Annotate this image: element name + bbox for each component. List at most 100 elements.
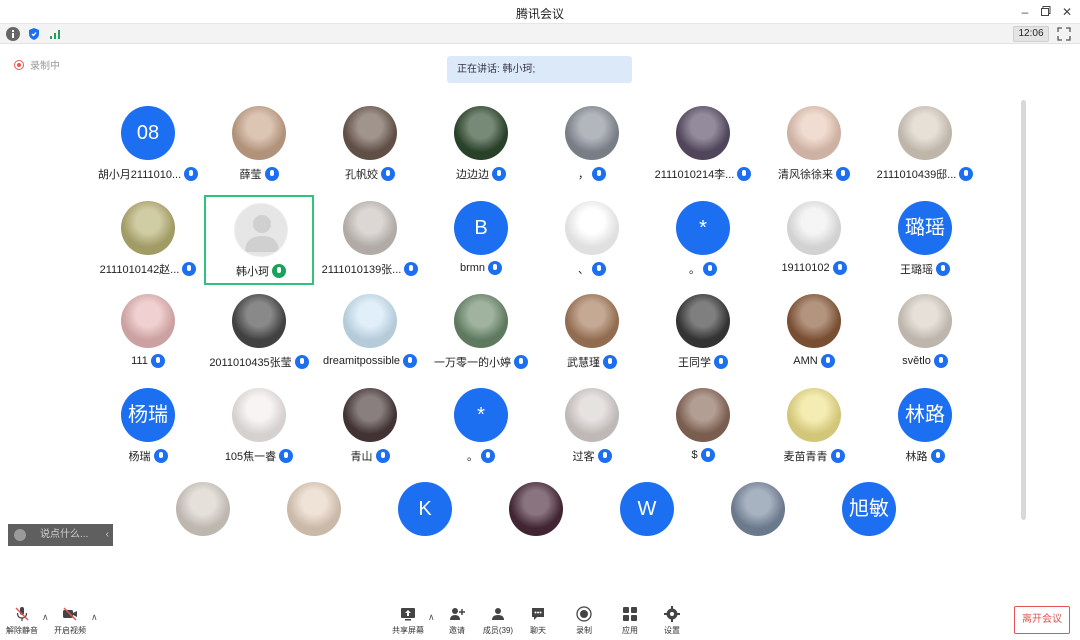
- participant-name: 105焦一睿: [204, 448, 314, 464]
- participant-tile[interactable]: 林路 林路: [870, 382, 980, 472]
- participant-tile[interactable]: *。: [648, 195, 758, 285]
- avatar: [676, 106, 730, 160]
- participant-name-label: AMN: [793, 355, 818, 367]
- mic-muted-icon: [830, 449, 845, 463]
- participant-name: 麦苗青青: [759, 448, 869, 464]
- participant-tile[interactable]: [148, 476, 258, 566]
- members-icon: [492, 608, 504, 620]
- collapse-icon[interactable]: ‹: [106, 524, 109, 546]
- participant-name-label: brmn: [459, 262, 486, 274]
- minimize-icon[interactable]: –: [1016, 3, 1034, 21]
- participant-tile[interactable]: 薛莹: [204, 100, 314, 190]
- participant-tile[interactable]: 旭敏: [814, 476, 924, 566]
- participant-tile[interactable]: 2111010142赵...: [93, 195, 203, 285]
- mic-muted-icon: [930, 449, 945, 463]
- participant-tile[interactable]: 青山: [315, 382, 425, 472]
- participant-tile[interactable]: 2111010439邸...: [870, 100, 980, 190]
- participant-tile[interactable]: 王同学: [648, 288, 758, 378]
- avatar: [787, 106, 841, 160]
- participant-tile[interactable]: 武慧瑾: [537, 288, 647, 378]
- title-bar: 腾讯会议 – ✕: [0, 0, 1080, 24]
- avatar: [343, 294, 397, 348]
- participant-name: 2111010139张...: [315, 261, 425, 277]
- participant-tile[interactable]: 韩小珂: [204, 195, 314, 285]
- mic-muted-icon: [700, 448, 715, 462]
- participant-tile[interactable]: 111: [93, 288, 203, 378]
- participant-tile[interactable]: 105焦一睿: [204, 382, 314, 472]
- mic-muted-icon: [182, 262, 197, 276]
- invite-button[interactable]: 邀请: [437, 606, 477, 638]
- participant-tile[interactable]: 19110102: [759, 195, 869, 285]
- participant-name: 2011010435张莹: [204, 354, 314, 370]
- participant-name-label: 2111010139张...: [321, 264, 402, 276]
- leave-meeting-button[interactable]: 离开会议: [1014, 606, 1070, 634]
- mic-muted-icon: [592, 167, 606, 181]
- record-label: 录制: [576, 626, 592, 635]
- unmute-button[interactable]: 解除静音: [2, 606, 42, 638]
- participant-name: 2111010439邸...: [870, 166, 980, 182]
- chat-quick-input[interactable]: 说点什么... ‹: [8, 524, 113, 546]
- participant-tile[interactable]: 过客: [537, 382, 647, 472]
- participant-tile[interactable]: dreamitpossible: [315, 288, 425, 378]
- participant-tile[interactable]: 08 胡小月2111010...: [93, 100, 203, 190]
- participant-name-label: 。: [467, 451, 478, 463]
- close-icon[interactable]: ✕: [1058, 3, 1076, 21]
- apps-button[interactable]: 应用: [610, 606, 650, 638]
- participant-tile[interactable]: W: [592, 476, 702, 566]
- participant-tile[interactable]: 2111010214李...: [648, 100, 758, 190]
- members-button[interactable]: 成员(39): [478, 606, 518, 638]
- participant-tile[interactable]: 麦苗青青: [759, 382, 869, 472]
- participant-tile[interactable]: Bbrmn: [426, 195, 536, 285]
- participant-tile[interactable]: $: [648, 382, 758, 472]
- participant-tile[interactable]: 杨瑞 杨瑞: [93, 382, 203, 472]
- participant-name: 。: [648, 261, 758, 277]
- participant-tile[interactable]: 、: [537, 195, 647, 285]
- avatar: [898, 294, 952, 348]
- fullscreen-icon[interactable]: [1057, 27, 1071, 41]
- mic-options-caret[interactable]: ∧: [42, 612, 49, 623]
- unmute-label: 解除静音: [6, 626, 38, 635]
- participant-tile[interactable]: 清风徐徐来: [759, 100, 869, 190]
- avatar: [176, 482, 230, 536]
- participant-name: 林路: [870, 448, 980, 464]
- chat-button[interactable]: 聊天: [518, 606, 558, 638]
- shield-icon[interactable]: [27, 27, 41, 41]
- participant-tile[interactable]: ，: [537, 100, 647, 190]
- mic-muted-icon: [294, 355, 309, 369]
- speaking-banner: 正在讲话: 韩小珂;: [447, 56, 632, 83]
- avatar: 08: [121, 106, 175, 160]
- participant-tile[interactable]: 边边边: [426, 100, 536, 190]
- chat-label: 聊天: [530, 626, 546, 635]
- participant-name-label: 2111010214李...: [654, 169, 735, 181]
- settings-button[interactable]: 设置: [652, 606, 692, 638]
- participant-name: 边边边: [426, 166, 536, 182]
- participant-tile[interactable]: světlo: [870, 288, 980, 378]
- participant-tile[interactable]: [259, 476, 369, 566]
- participant-tile[interactable]: 璐瑶 王璐瑶: [870, 195, 980, 285]
- participant-tile[interactable]: 孔帆姣: [315, 100, 425, 190]
- emoji-icon[interactable]: [14, 529, 26, 541]
- participant-name-label: 孔帆姣: [345, 169, 378, 181]
- share-screen-button[interactable]: 共享屏幕: [388, 606, 428, 638]
- info-icon[interactable]: [6, 27, 20, 41]
- participant-tile[interactable]: [703, 476, 813, 566]
- participant-name-label: světlo: [902, 355, 931, 367]
- participant-name: 111: [93, 354, 203, 368]
- participant-tile[interactable]: 2011010435张莹: [204, 288, 314, 378]
- share-options-caret[interactable]: ∧: [428, 612, 435, 623]
- participant-tile[interactable]: K: [370, 476, 480, 566]
- participant-tile[interactable]: 2111010139张...: [315, 195, 425, 285]
- record-button[interactable]: 录制: [564, 606, 604, 638]
- avatar: [121, 294, 175, 348]
- share-screen-label: 共享屏幕: [392, 626, 424, 635]
- participant-tile[interactable]: *。: [426, 382, 536, 472]
- signal-icon[interactable]: [48, 27, 62, 41]
- scrollbar[interactable]: [1021, 100, 1026, 520]
- video-options-caret[interactable]: ∧: [91, 612, 98, 623]
- restore-icon[interactable]: [1037, 3, 1055, 21]
- participant-tile[interactable]: 一万零一的小婷: [426, 288, 536, 378]
- participant-tile[interactable]: AMN: [759, 288, 869, 378]
- start-video-button[interactable]: 开启视频: [50, 606, 90, 638]
- participant-tile[interactable]: [481, 476, 591, 566]
- mic-muted-icon: [279, 449, 294, 463]
